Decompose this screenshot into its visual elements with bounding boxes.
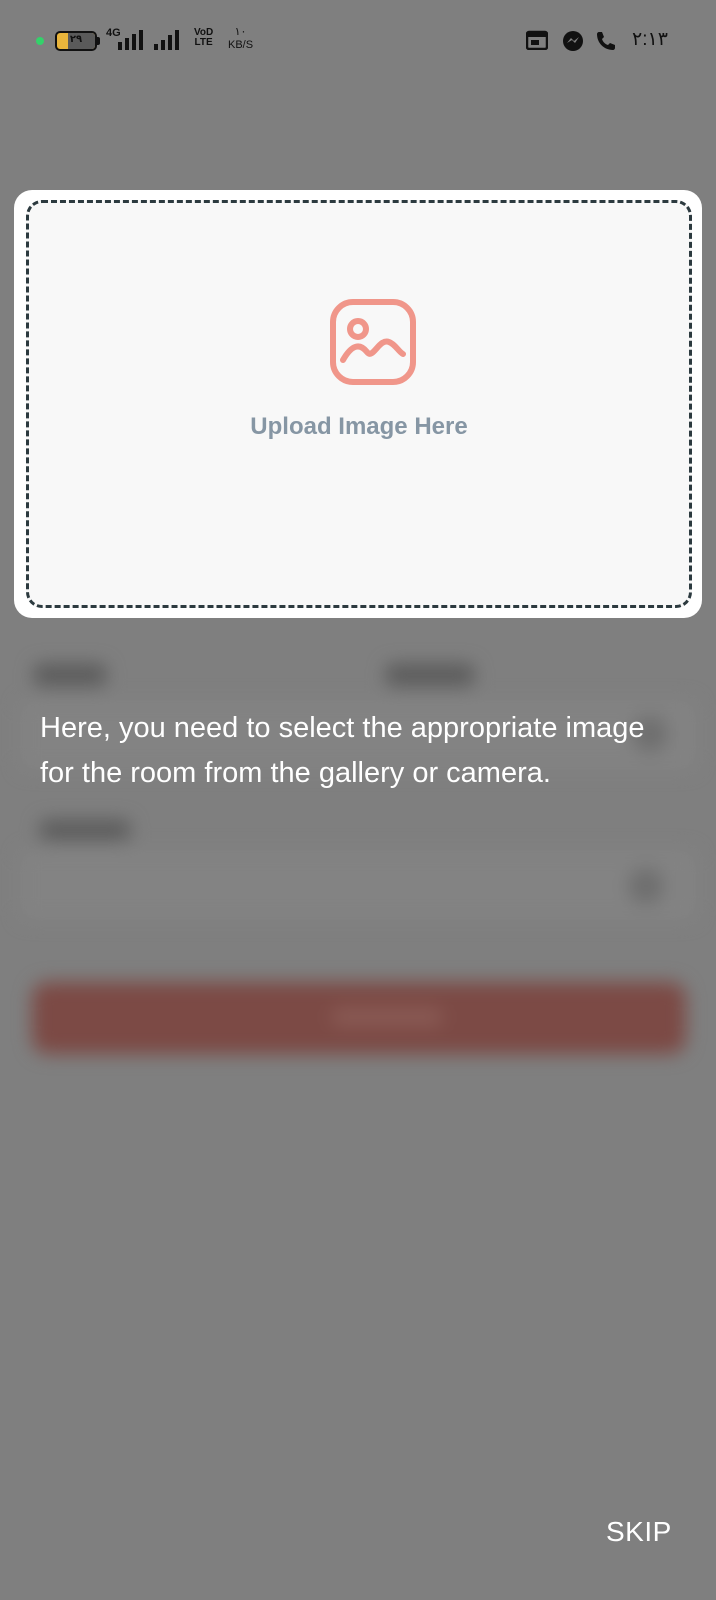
battery-icon: ۲۹ xyxy=(55,31,97,51)
signal-icon xyxy=(118,30,143,50)
bg-submit-button xyxy=(32,982,686,1054)
upload-label: Upload Image Here xyxy=(250,413,468,440)
bg-label xyxy=(40,820,130,840)
upload-card[interactable]: Upload Image Here xyxy=(14,190,702,618)
notification-dot-icon xyxy=(36,37,44,45)
clock: ۲:۱۳ xyxy=(632,29,668,50)
image-icon xyxy=(330,299,416,385)
skip-button[interactable]: SKIP xyxy=(606,1516,672,1548)
speed-unit: KB/S xyxy=(228,39,254,51)
signal-icon xyxy=(154,30,179,50)
volte-icon: VoD LTE xyxy=(194,28,213,48)
speed-value: ۱۰ xyxy=(234,26,247,38)
calendar-icon xyxy=(526,30,548,50)
volte-bottom: LTE xyxy=(194,37,213,48)
network-speed: ۱۰ KB/S xyxy=(228,26,253,52)
upload-dropzone[interactable]: Upload Image Here xyxy=(26,200,692,608)
bg-label xyxy=(386,664,474,686)
messenger-icon xyxy=(563,31,583,51)
bg-label xyxy=(34,664,106,686)
coach-message: Here, you need to select the appropriate… xyxy=(40,712,645,789)
background-form xyxy=(0,620,716,1070)
bg-dropdown-icon xyxy=(628,868,664,904)
battery-percent: ۲۹ xyxy=(69,34,83,45)
status-bar: ۲۹ 4G VoD LTE ۱۰ KB/S ۲:۱۳ xyxy=(0,0,716,84)
bg-button-text xyxy=(332,1008,442,1026)
battery-cap xyxy=(97,37,100,45)
call-icon xyxy=(597,32,615,50)
bg-field xyxy=(20,850,696,920)
